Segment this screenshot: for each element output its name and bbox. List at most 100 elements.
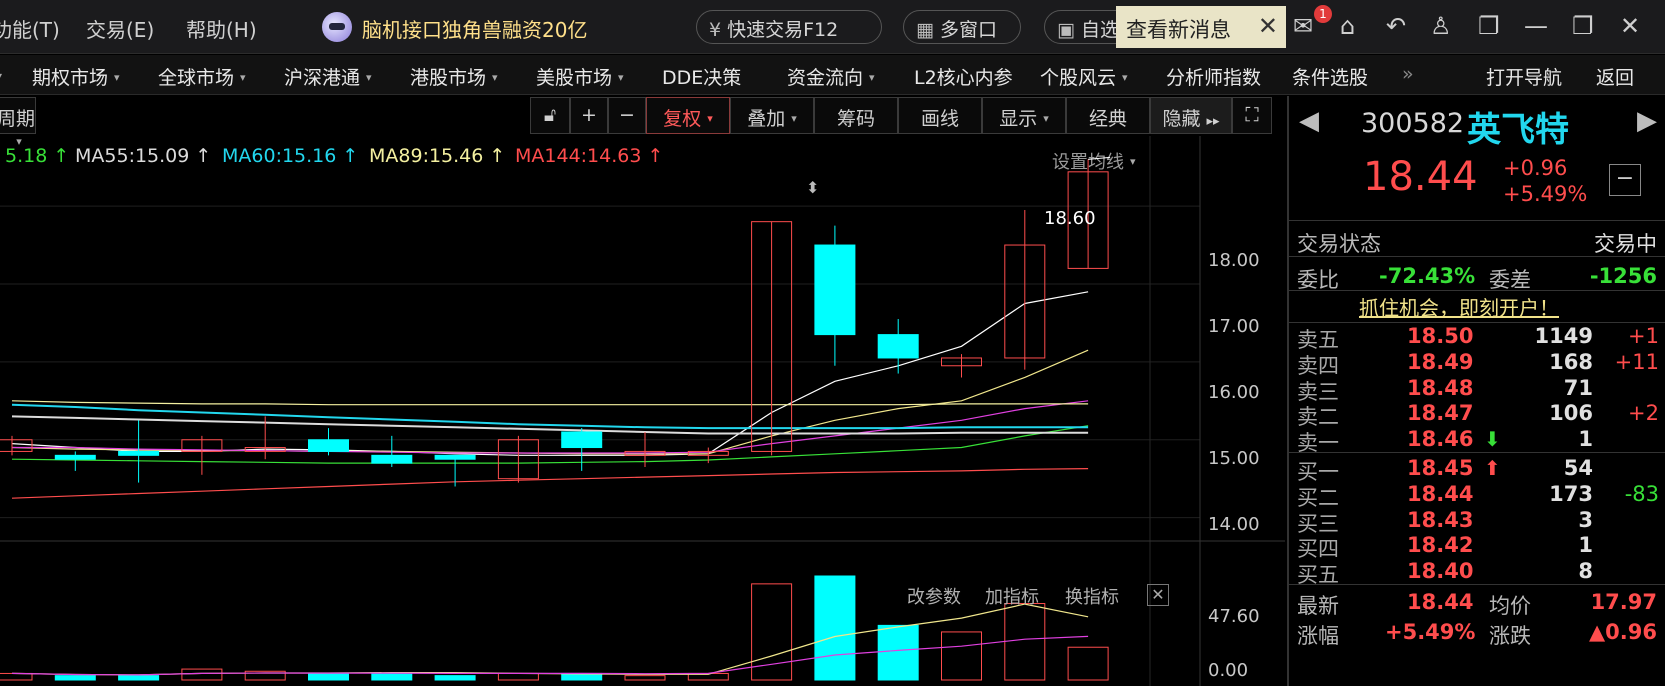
ask-row[interactable]: 卖一 18.46 1 ⬇ xyxy=(1289,427,1665,455)
nav-screener[interactable]: 条件选股 xyxy=(1292,63,1368,90)
hide-button[interactable]: 隐藏 ▸▸ xyxy=(1150,97,1232,134)
divider xyxy=(1289,290,1665,291)
shirt-icon[interactable]: ♙ xyxy=(1430,12,1452,40)
chips-button[interactable]: 筹码 xyxy=(814,97,898,134)
nav-fund-flow[interactable]: 资金流向 ▾ xyxy=(787,63,875,90)
change-params-button[interactable]: 改参数 xyxy=(907,583,961,609)
bid-row[interactable]: 买五 18.40 8 xyxy=(1289,559,1665,587)
nav-analyst[interactable]: 分析师指数 xyxy=(1166,63,1261,90)
volume-bar xyxy=(118,675,160,681)
level-volume: 8 xyxy=(1578,559,1593,584)
period-select[interactable]: 周期▾ xyxy=(0,97,36,148)
price-tick: 16.00 xyxy=(1208,382,1260,403)
bid-row[interactable]: 买二 18.44 173 -83 xyxy=(1289,481,1665,510)
nav-connect[interactable]: 沪深港通 ▾ xyxy=(284,63,372,90)
classic-button[interactable]: 经典 xyxy=(1066,97,1150,134)
nav-us[interactable]: 美股市场 ▾ xyxy=(536,63,624,90)
level-delta: +2 xyxy=(1628,401,1659,426)
divider xyxy=(1289,220,1665,221)
undo-icon[interactable]: ↶ xyxy=(1386,12,1406,40)
unlock-icon[interactable]: 🔓︎ xyxy=(530,97,570,134)
price-change: +0.96 xyxy=(1503,156,1568,180)
next-stock-icon[interactable]: ▶ xyxy=(1637,106,1657,136)
news-headline[interactable]: 脑机接口独角兽融资20亿 xyxy=(362,14,587,43)
fuquan-button[interactable]: 复权 ▾ xyxy=(646,97,730,134)
remove-watch-button[interactable]: − xyxy=(1609,164,1641,196)
chevron-down-icon: ▾ xyxy=(1043,112,1049,125)
level-price: 18.47 xyxy=(1407,401,1474,426)
close-icon[interactable]: ✕ xyxy=(1258,12,1278,40)
multi-window-label: 多窗口 xyxy=(939,19,997,41)
prev-stock-icon[interactable]: ◀ xyxy=(1299,106,1319,136)
zoom-out-button[interactable]: − xyxy=(608,97,646,134)
restore-icon[interactable]: ❐ xyxy=(1572,12,1594,40)
ask-row[interactable]: 卖三 18.48 71 xyxy=(1289,376,1665,404)
minimize-icon[interactable]: — xyxy=(1524,12,1548,40)
candle-down xyxy=(434,454,476,460)
overlay-label: 叠加 xyxy=(747,108,786,130)
level-volume: 54 xyxy=(1563,456,1593,480)
level-delta: +11 xyxy=(1614,349,1659,374)
switch-indicator-button[interactable]: 换指标 xyxy=(1065,583,1119,609)
zhangdie-label: 涨跌 xyxy=(1489,624,1531,648)
menu-help[interactable]: 帮助(H) xyxy=(186,14,257,43)
level-price: 18.42 xyxy=(1407,533,1474,558)
level-volume: 173 xyxy=(1549,481,1593,506)
fullscreen-icon[interactable]: ⛶ xyxy=(1232,97,1272,134)
nav-more[interactable]: » xyxy=(1402,63,1414,85)
nav-dde[interactable]: DDE决策 xyxy=(662,63,741,90)
chevron-down-icon[interactable]: ▾ xyxy=(0,69,2,83)
high-price-label: 18.60 xyxy=(1044,208,1096,229)
ma-line-ma89 xyxy=(11,400,1089,406)
nav-global[interactable]: 全球市场 ▾ xyxy=(158,63,246,90)
add-indicator-button[interactable]: 加指标 xyxy=(985,583,1039,609)
nav-options[interactable]: 期权市场 ▾ xyxy=(32,63,120,90)
nav-hk[interactable]: 港股市场 ▾ xyxy=(410,63,498,90)
double-arrow-icon: ▸▸ xyxy=(1206,114,1220,129)
nav-label: 期权市场 xyxy=(32,67,109,89)
nav-l2[interactable]: L2核心内参 xyxy=(914,63,1013,90)
overlay-button[interactable]: 叠加 ▾ xyxy=(730,97,814,134)
draw-line-button[interactable]: 画线 xyxy=(898,97,982,134)
level-volume: 168 xyxy=(1549,349,1593,374)
down-arrow-icon: ⬇ xyxy=(1484,427,1501,452)
bid-row[interactable]: 买一 18.45 54 ⬆ xyxy=(1289,456,1665,484)
multi-window-button[interactable]: ▦ 多窗口 xyxy=(903,10,1021,44)
volume-bar xyxy=(0,672,33,681)
candle-down xyxy=(308,439,349,452)
robot-icon xyxy=(322,12,352,42)
menu-trade[interactable]: 交易(E) xyxy=(86,14,154,43)
ask-row[interactable]: 卖四 18.49 168 +11 xyxy=(1289,349,1665,378)
chevron-down-icon: ▾ xyxy=(707,112,713,125)
candle-down xyxy=(118,450,160,456)
float-window-icon[interactable]: ❐ xyxy=(1478,12,1500,40)
nav-back[interactable]: 返回 xyxy=(1596,63,1634,90)
new-message-popup[interactable]: 查看新消息 ✕ xyxy=(1116,6,1286,48)
level-volume: 1 xyxy=(1578,533,1593,558)
open-account-link[interactable]: 抓住机会，即刻开户！ xyxy=(1359,292,1559,321)
nav-open-navigation[interactable]: 打开导航 xyxy=(1486,63,1562,90)
hide-label: 隐藏 xyxy=(1162,108,1201,130)
yen-coin-icon: ¥ xyxy=(709,19,722,41)
level-price: 18.44 xyxy=(1407,481,1474,506)
home-icon[interactable]: ⌂ xyxy=(1340,12,1355,40)
chart-toolbar: 周期▾ 🔓︎ + − 复权 ▾ 叠加 ▾ 筹码 画线 显示 ▾ 经典 隐藏 ▸▸ ⛶ xyxy=(0,96,1285,148)
divider xyxy=(1289,584,1665,585)
menu-function[interactable]: 功能(T) xyxy=(0,14,60,43)
zoom-in-button[interactable]: + xyxy=(570,97,608,134)
level-delta: +1 xyxy=(1628,324,1659,348)
window-close-icon[interactable]: ✕ xyxy=(1620,12,1640,40)
volume-tick: 0.00 xyxy=(1208,660,1249,681)
mail-icon[interactable]: ✉ xyxy=(1293,12,1313,40)
quick-trade-button[interactable]: ¥ 快速交易F12 xyxy=(696,10,882,44)
ask-row[interactable]: 卖二 18.47 106 +2 xyxy=(1289,401,1665,429)
bid-row[interactable]: 买三 18.43 3 xyxy=(1289,508,1665,536)
volume-bar xyxy=(751,583,793,681)
close-icon[interactable]: ✕ xyxy=(1147,584,1169,606)
bid-row[interactable]: 买四 18.42 1 xyxy=(1289,533,1665,561)
ask-row[interactable]: 卖五 18.50 1149 +1 xyxy=(1289,324,1665,352)
nav-stock-news[interactable]: 个股风云 ▾ xyxy=(1040,63,1128,90)
fuquan-label: 复权 xyxy=(663,108,702,130)
drag-handle-icon[interactable]: ⬍ xyxy=(806,178,819,197)
display-button[interactable]: 显示 ▾ xyxy=(982,97,1066,134)
